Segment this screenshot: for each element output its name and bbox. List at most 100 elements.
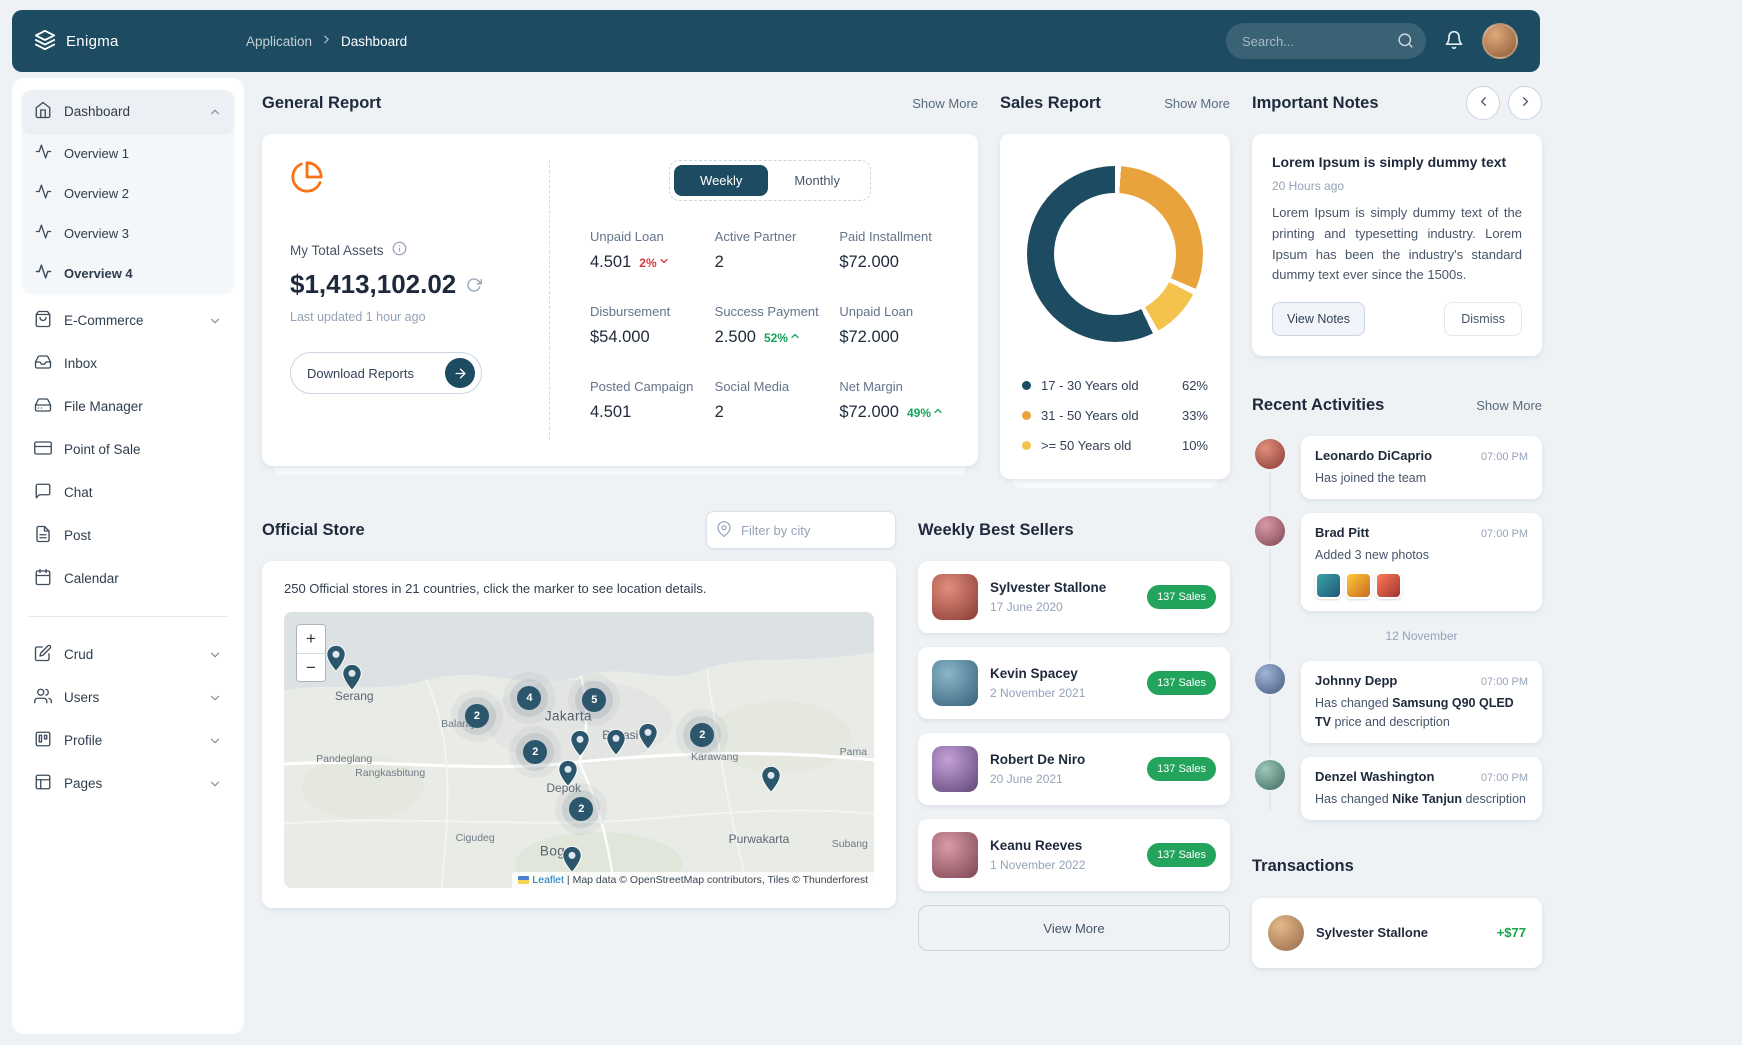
map-attribution: Leaflet | Map data © OpenStreetMap contr… [512, 872, 874, 888]
recent-activities-title: Recent Activities [1252, 396, 1384, 415]
chevron-down-icon [208, 734, 222, 748]
zoom-out-button[interactable]: − [297, 653, 325, 681]
sidebar-item-file-manager[interactable]: File Manager [22, 385, 234, 428]
search-input[interactable] [1226, 23, 1426, 59]
map-pin-marker[interactable] [638, 722, 659, 751]
breadcrumb-page[interactable]: Dashboard [341, 34, 407, 49]
map-cluster-marker[interactable]: 2 [569, 797, 593, 821]
map-cluster-marker[interactable]: 2 [690, 723, 714, 747]
map-pin-marker[interactable] [557, 759, 578, 788]
sidebar-item-crud[interactable]: Crud [22, 633, 234, 676]
right-panel: Important Notes Lorem Ipsum is simply du… [1252, 82, 1542, 968]
note-card: Lorem Ipsum is simply dummy text 20 Hour… [1252, 134, 1542, 356]
trend-chip[interactable]: 2% [639, 255, 669, 270]
seller-card[interactable]: Robert De Niro 20 June 2021 137 Sales [918, 733, 1230, 805]
view-notes-button[interactable]: View Notes [1272, 302, 1365, 336]
activity-card[interactable]: Brad Pitt 07:00 PM Added 3 new photos [1301, 513, 1542, 611]
photo-thumbnails [1315, 572, 1528, 599]
notes-next-button[interactable] [1508, 86, 1542, 120]
trend-chip[interactable]: 52% [764, 330, 801, 345]
sidebar-item-dashboard[interactable]: Dashboard [22, 90, 234, 133]
notifications-button[interactable] [1444, 30, 1464, 53]
activities-show-more[interactable]: Show More [1476, 398, 1542, 413]
sidebar-item-inbox[interactable]: Inbox [22, 342, 234, 385]
map-cluster-marker[interactable]: 2 [523, 740, 547, 764]
map-pin-marker[interactable] [342, 663, 363, 692]
sidebar-item-label: Calendar [64, 571, 119, 586]
home-icon [34, 101, 52, 122]
tab-monthly[interactable]: Monthly [768, 165, 866, 196]
activity-card[interactable]: Leonardo DiCaprio 07:00 PM Has joined th… [1301, 436, 1542, 499]
zoom-in-button[interactable]: + [297, 625, 325, 653]
trend-chip[interactable]: 49% [907, 405, 944, 420]
sales-report-title: Sales Report [1000, 94, 1101, 113]
seller-card[interactable]: Kevin Spacey 2 November 2021 137 Sales [918, 647, 1230, 719]
city-filter-input[interactable] [706, 511, 896, 549]
transactions-section: Transactions Sylvester Stallone +$77 [1252, 846, 1542, 968]
activity-item: Leonardo DiCaprio 07:00 PM Has joined th… [1252, 436, 1542, 499]
transaction-row[interactable]: Sylvester Stallone +$77 [1268, 902, 1526, 964]
map-cluster-marker[interactable]: 5 [582, 688, 606, 712]
avatar[interactable] [1252, 757, 1288, 793]
sidebar-item-chat[interactable]: Chat [22, 471, 234, 514]
user-avatar[interactable] [1482, 23, 1518, 59]
dismiss-button[interactable]: Dismiss [1444, 302, 1522, 336]
refresh-icon[interactable] [466, 269, 482, 300]
sidebar-item-profile[interactable]: Profile [22, 719, 234, 762]
map-pin-marker[interactable] [605, 728, 626, 757]
view-more-button[interactable]: View More [918, 905, 1230, 951]
avatar [932, 746, 978, 792]
sidebar-item-post[interactable]: Post [22, 514, 234, 557]
legend-dot [1022, 381, 1031, 390]
download-reports-button[interactable]: Download Reports [290, 352, 482, 394]
general-report-show-more[interactable]: Show More [912, 96, 978, 111]
sidebar-item-pages[interactable]: Pages [22, 762, 234, 805]
sidebar-item-overview-2[interactable]: Overview 2 [22, 173, 234, 213]
tab-weekly[interactable]: Weekly [674, 165, 768, 196]
seller-card[interactable]: Keanu Reeves 1 November 2022 137 Sales [918, 819, 1230, 891]
breadcrumb-section[interactable]: Application [246, 34, 312, 49]
leaflet-link[interactable]: Leaflet [532, 874, 564, 886]
map-cluster-marker[interactable]: 2 [465, 704, 489, 728]
search-box [1226, 23, 1426, 59]
activity-card[interactable]: Johnny Depp 07:00 PM Has changed Samsung… [1301, 661, 1542, 742]
note-time: 20 Hours ago [1272, 179, 1522, 193]
chevron-up-icon [789, 330, 801, 345]
pie-chart-icon [290, 160, 525, 197]
chevron-up-icon [208, 105, 222, 119]
sidebar-item-e-commerce[interactable]: E-Commerce [22, 299, 234, 342]
sidebar-item-point-of-sale[interactable]: Point of Sale [22, 428, 234, 471]
info-icon[interactable] [392, 241, 407, 259]
activity-icon [35, 183, 52, 203]
avatar[interactable] [1252, 513, 1288, 549]
sidebar-item-calendar[interactable]: Calendar [22, 557, 234, 600]
chevron-down-icon [208, 648, 222, 662]
sidebar-item-overview-3[interactable]: Overview 3 [22, 213, 234, 253]
map-city-label: Cigudeg [456, 832, 495, 844]
seller-card[interactable]: Sylvester Stallone 17 June 2020 137 Sale… [918, 561, 1230, 633]
map-cluster-marker[interactable]: 4 [517, 686, 541, 710]
avatar[interactable] [1252, 661, 1288, 697]
attribution-text: | Map data © OpenStreetMap contributors,… [567, 874, 868, 886]
sales-report-show-more[interactable]: Show More [1164, 96, 1230, 111]
avatar [932, 574, 978, 620]
map-pin-marker[interactable] [569, 729, 590, 758]
photo-thumbnail[interactable] [1375, 572, 1402, 599]
map-pin-marker[interactable] [561, 845, 582, 874]
sidebar-item-overview-1[interactable]: Overview 1 [22, 133, 234, 173]
sidebar-item-users[interactable]: Users [22, 676, 234, 719]
activity-card[interactable]: Denzel Washington 07:00 PM Has changed N… [1301, 757, 1542, 820]
avatar[interactable] [1252, 436, 1288, 472]
store-map[interactable]: + − Leaflet | Map data © OpenStreetMap c… [284, 612, 874, 888]
sidebar-item-label: E-Commerce [64, 313, 144, 328]
map-pin-marker[interactable] [760, 765, 781, 794]
sidebar-item-label: Overview 4 [64, 266, 133, 281]
notes-prev-button[interactable] [1466, 86, 1500, 120]
sidebar-divider [28, 616, 228, 617]
date-divider: 12 November [1301, 629, 1542, 643]
sidebar-item-overview-4[interactable]: Overview 4 [22, 253, 234, 293]
photo-thumbnail[interactable] [1345, 572, 1372, 599]
main-layout: Dashboard Overview 1 Overview 2 Overview… [0, 78, 1552, 1034]
photo-thumbnail[interactable] [1315, 572, 1342, 599]
brand[interactable]: Enigma [34, 29, 246, 54]
